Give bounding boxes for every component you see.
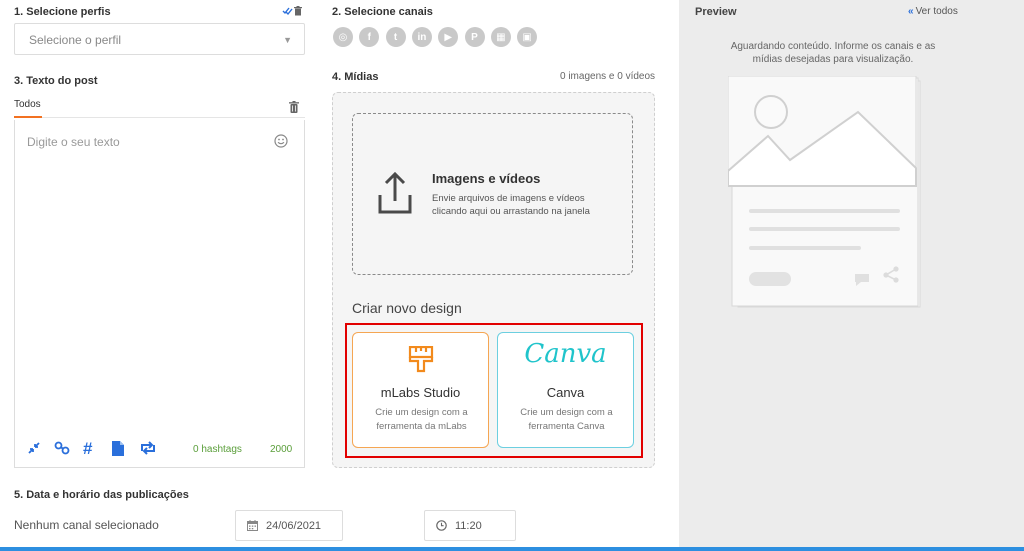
profile-select-placeholder: Selecione o perfil [29,33,122,47]
hashtag-count: 0 hashtags [193,444,242,455]
repost-icon[interactable] [139,441,157,455]
text-post-title: 3. Texto do post [14,75,98,87]
clock-icon [436,520,447,531]
tab-divider [14,117,305,118]
ver-todos-link[interactable]: «Ver todos [908,6,958,17]
upload-icon [378,171,412,215]
youtube-icon[interactable]: ▶ [438,27,459,47]
mlabs-studio-card[interactable]: mLabs Studio Crie um design com a ferram… [352,332,489,448]
hashtag-icon[interactable]: # [83,439,92,459]
emoji-icon[interactable] [274,134,288,148]
profile-select[interactable]: Selecione o perfil ▼ [14,23,305,55]
ver-todos-label: Ver todos [915,6,958,17]
post-text-area[interactable]: Digite o seu texto [14,120,305,468]
time-value: 11:20 [455,520,482,532]
twitter-icon[interactable]: t [385,27,406,47]
image-channel-icon[interactable]: ▣ [517,27,538,47]
canva-card[interactable]: Canva Canva Crie um design com a ferrame… [497,332,634,448]
tab-todos[interactable]: Todos [14,99,41,110]
link-icon[interactable] [54,441,70,455]
char-count: 2000 [270,444,293,455]
upload-description: Envie arquivos de imagens e vídeos clica… [432,193,590,217]
schedule-label: Nenhum canal selecionado [14,518,159,532]
double-chevron-left-icon: « [908,6,914,17]
pinterest-icon[interactable]: P [464,27,485,47]
upload-title: Imagens e vídeos [432,171,541,186]
canva-description: Crie um design com a ferramenta Canva [520,407,613,432]
create-design-heading: Criar novo design [352,300,462,316]
preview-title: Preview [695,6,737,18]
schedule-title: 5. Data e horário das publicações [14,489,189,501]
file-icon[interactable] [112,441,124,456]
mlabs-studio-name: mLabs Studio [380,385,461,400]
delete-text-icon[interactable] [289,101,299,113]
select-all-profiles-icon[interactable] [282,6,293,16]
post-text-placeholder: Digite o seu texto [27,135,120,149]
channels-title: 2. Selecione canais [332,6,433,18]
clear-profiles-icon[interactable] [294,6,302,16]
compress-icon[interactable] [27,441,41,455]
facebook-icon[interactable]: f [359,27,380,47]
instagram-icon[interactable]: ◎ [333,27,353,47]
media-title: 4. Mídias [332,71,379,83]
date-field[interactable]: 24/06/2021 [235,510,343,541]
time-field[interactable]: 11:20 [424,510,516,541]
bottom-accent-bar [0,547,1024,551]
preview-empty-message: Aguardando conteúdo. Informe os canais e… [730,41,936,65]
tab-active-indicator [14,116,42,118]
paintbrush-icon [408,346,434,373]
calendar-icon [247,520,258,531]
date-value: 24/06/2021 [266,520,322,532]
google-my-business-icon[interactable]: ▦ [490,27,511,47]
preview-placeholder-illustration [728,76,921,308]
media-count: 0 imagens e 0 vídeos [560,71,656,82]
profiles-title: 1. Selecione perfis [14,6,111,18]
chevron-down-icon: ▼ [283,35,292,45]
linkedin-icon[interactable]: in [411,27,432,47]
mlabs-studio-description: Crie um design com a ferramenta da mLabs [375,407,468,432]
canva-logo: Canva [524,339,607,369]
canva-name: Canva [546,385,585,400]
